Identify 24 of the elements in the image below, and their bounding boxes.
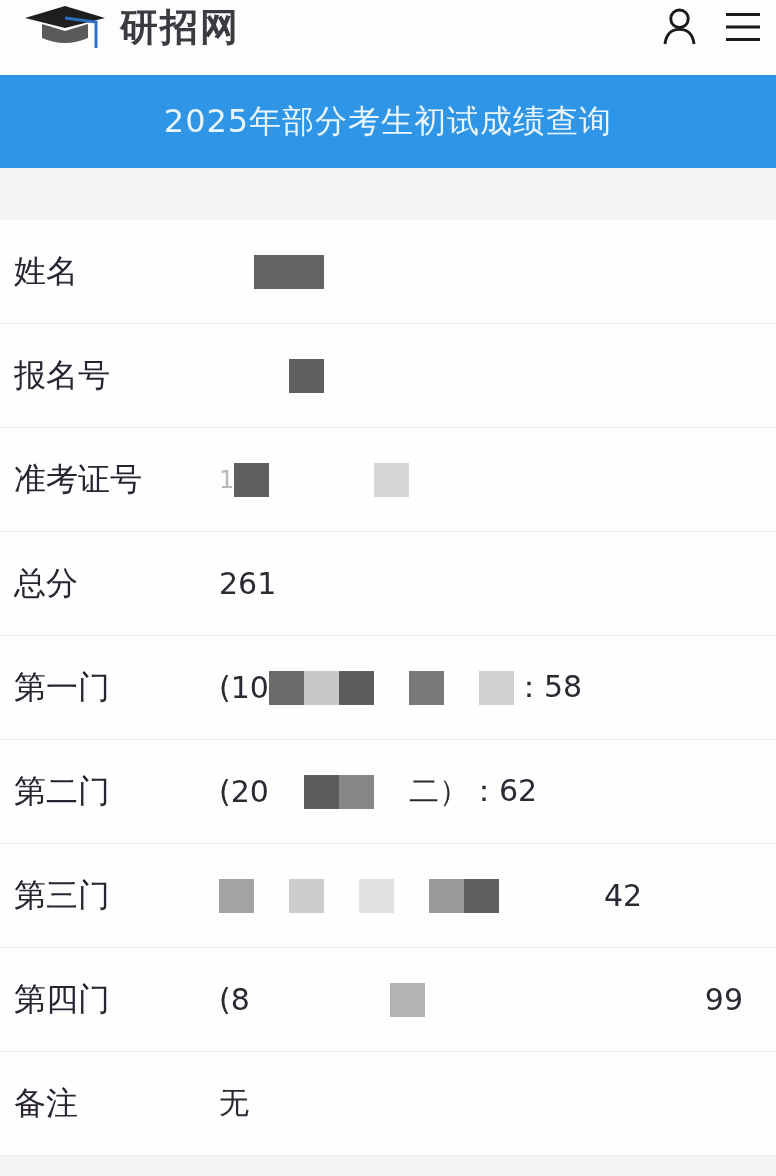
logo-text: 研招网 xyxy=(120,7,240,46)
graduation-cap-icon xyxy=(24,3,106,50)
field-value: 二）：62 xyxy=(408,772,538,810)
field-value: (10 xyxy=(219,670,269,705)
field-label: 第四门 xyxy=(13,978,111,1020)
menu-icon[interactable] xyxy=(726,12,760,41)
field-value: 42 xyxy=(604,878,643,913)
field-value: 无 xyxy=(219,1084,249,1122)
page-title: 2025年部分考生初试成绩查询 xyxy=(163,100,613,142)
field-value: 261 xyxy=(219,566,277,601)
field-value: (20 xyxy=(219,774,269,809)
field-label: 准考证号 xyxy=(13,458,143,500)
field-value: 1 xyxy=(219,465,235,494)
field-label: 备注 xyxy=(13,1082,79,1124)
field-value: 99 xyxy=(704,982,743,1017)
field-label: 总分 xyxy=(13,562,79,604)
field-value: ：58 xyxy=(513,668,583,706)
field-value: (8 xyxy=(219,982,250,1017)
field-label: 姓名 xyxy=(13,250,79,292)
field-label: 第二门 xyxy=(13,770,111,812)
field-label: 第一门 xyxy=(13,666,111,708)
user-icon[interactable] xyxy=(663,8,696,45)
field-label: 第三门 xyxy=(13,874,111,916)
field-label: 报名号 xyxy=(13,354,111,396)
